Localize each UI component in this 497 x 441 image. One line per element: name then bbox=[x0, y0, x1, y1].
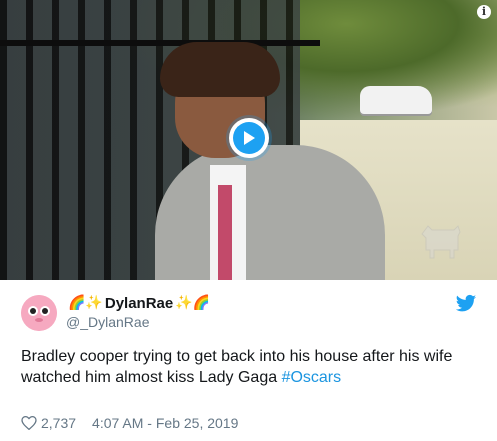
play-icon bbox=[233, 122, 265, 154]
info-icon[interactable]: i bbox=[477, 5, 491, 19]
video-parked-car bbox=[360, 86, 432, 114]
like-count[interactable]: 2,737 bbox=[41, 415, 76, 431]
name-prefix-emoji: 🌈✨ bbox=[68, 295, 103, 311]
tweet-text: Bradley cooper trying to get back into h… bbox=[21, 346, 481, 388]
play-button[interactable] bbox=[229, 118, 269, 158]
tweet-timestamp[interactable]: 4:07 AM - Feb 25, 2019 bbox=[92, 415, 238, 431]
donkey-icon bbox=[421, 225, 461, 259]
tweet-body: Bradley cooper trying to get back into h… bbox=[21, 348, 453, 386]
video-person-tie bbox=[218, 185, 232, 280]
name-suffix-emoji: ✨🌈 bbox=[175, 295, 211, 311]
video-person-hair bbox=[160, 42, 280, 97]
avatar-icon bbox=[21, 295, 57, 331]
heart-icon[interactable] bbox=[21, 416, 37, 430]
avatar[interactable] bbox=[21, 295, 57, 331]
user-handle[interactable]: @_DylanRae bbox=[66, 314, 149, 330]
video-player[interactable]: i bbox=[0, 0, 497, 280]
twitter-bird-icon[interactable] bbox=[455, 294, 477, 314]
embedded-tweet-card: i 🌈✨ DylanRae ✨🌈 @_DylanRae Bradley coop… bbox=[0, 0, 497, 441]
tweet-footer: 2,737 4:07 AM - Feb 25, 2019 bbox=[21, 414, 238, 432]
video-fence-rail bbox=[0, 40, 320, 46]
display-name-row[interactable]: 🌈✨ DylanRae ✨🌈 bbox=[66, 293, 212, 313]
hashtag-link[interactable]: #Oscars bbox=[282, 369, 342, 386]
video-person-suit bbox=[155, 145, 385, 280]
display-name[interactable]: DylanRae bbox=[105, 295, 173, 312]
